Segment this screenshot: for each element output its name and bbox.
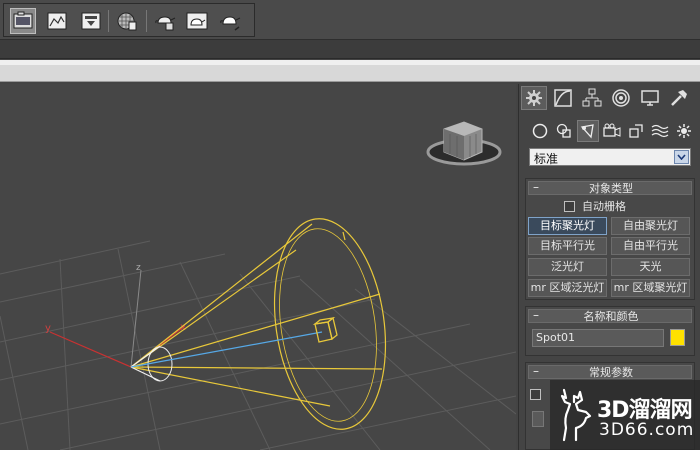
utilities-tab[interactable] xyxy=(666,86,692,110)
rollout-title: 常规参数 xyxy=(589,366,633,379)
modify-tab[interactable] xyxy=(550,86,576,110)
watermark-subtext: 3D66.com xyxy=(599,420,695,440)
object-color-swatch[interactable] xyxy=(670,329,685,346)
systems-icon xyxy=(677,124,691,138)
lights-icon xyxy=(580,124,594,139)
create-tab-icon xyxy=(526,90,542,106)
viewport-header-bar xyxy=(0,60,700,82)
omni-button[interactable]: 泛光灯 xyxy=(528,258,607,276)
z-axis-label: z xyxy=(136,263,141,273)
shapes-category[interactable] xyxy=(553,120,575,142)
cameras-category[interactable] xyxy=(601,120,623,142)
object-type-rollout-header[interactable]: – 对象类型 xyxy=(528,180,692,195)
render-setup-button[interactable] xyxy=(10,8,36,34)
render-toolbar-group xyxy=(3,3,255,37)
watermark: 3D溜溜网 3D66.com xyxy=(550,380,700,450)
teapot-quick-render-icon xyxy=(220,16,241,31)
teapot-render-iterative-icon xyxy=(155,16,176,31)
helpers-category[interactable] xyxy=(625,120,647,142)
perspective-viewport[interactable]: z y x xyxy=(0,84,516,450)
material-editor-button[interactable] xyxy=(114,8,140,34)
autogrid-label: 自动栅格 xyxy=(582,200,626,213)
viewport-scene: z y x xyxy=(0,121,516,450)
y-axis-label: y xyxy=(45,323,51,334)
target-direct-button[interactable]: 目标平行光 xyxy=(528,237,607,255)
lights-category[interactable] xyxy=(577,120,599,142)
motion-tab-icon xyxy=(612,89,630,107)
hierarchy-tab[interactable] xyxy=(579,86,605,110)
motion-tab[interactable] xyxy=(608,86,634,110)
free-direct-button[interactable]: 自由平行光 xyxy=(611,237,690,255)
geometry-category[interactable] xyxy=(529,120,551,142)
material-editor-icon xyxy=(117,12,137,31)
rendered-frame-icon xyxy=(47,12,67,30)
hierarchy-tab-icon xyxy=(582,88,602,107)
quick-render-button[interactable] xyxy=(218,8,244,34)
main-toolbar xyxy=(0,0,700,40)
shadows-control[interactable] xyxy=(532,411,544,427)
render-iterative-button[interactable] xyxy=(152,8,178,34)
spotlight-cone[interactable] xyxy=(130,212,398,437)
home-grid xyxy=(0,240,516,450)
render-frame-button[interactable] xyxy=(184,8,210,34)
chevron-down-icon[interactable] xyxy=(674,150,689,164)
object-category-dropdown[interactable]: 标准 xyxy=(529,148,691,166)
display-tab[interactable] xyxy=(637,86,663,110)
name-color-rollout: – 名称和颜色 Spot01 xyxy=(525,306,695,356)
modify-tab-icon xyxy=(554,89,572,107)
name-color-rollout-header[interactable]: – 名称和颜色 xyxy=(528,308,692,323)
autogrid-checkbox[interactable] xyxy=(564,201,575,212)
light-on-checkbox[interactable] xyxy=(530,389,541,400)
systems-category[interactable] xyxy=(673,120,695,142)
space-warps-category[interactable] xyxy=(649,120,671,142)
space-warps-icon xyxy=(651,124,669,138)
render-setup-icon xyxy=(13,11,33,29)
skylight-button[interactable]: 天光 xyxy=(611,258,690,276)
helpers-icon xyxy=(629,124,643,138)
rollout-title: 名称和颜色 xyxy=(583,310,639,323)
object-type-rollout: – 对象类型 自动栅格 目标聚光灯 自由聚光灯 目标平行光 自由平行光 泛光灯 … xyxy=(525,178,695,300)
y-axis-line xyxy=(49,331,132,368)
object-name-field[interactable]: Spot01 xyxy=(532,329,664,347)
viewcube[interactable] xyxy=(426,121,502,166)
display-tab-icon xyxy=(641,90,659,106)
mr-area-omni-button[interactable]: mr 区域泛光灯 xyxy=(528,279,607,297)
secondary-bar xyxy=(0,40,700,59)
teapot-render-icon xyxy=(186,12,208,30)
utilities-tab-icon xyxy=(671,90,687,106)
rendered-frame-window-button[interactable] xyxy=(44,8,70,34)
render-production-button[interactable] xyxy=(78,8,104,34)
mr-area-spot-button[interactable]: mr 区域聚光灯 xyxy=(611,279,690,297)
spotlight-target-box[interactable] xyxy=(312,316,338,343)
target-spot-button[interactable]: 目标聚光灯 xyxy=(528,217,607,235)
shapes-icon xyxy=(556,123,571,138)
render-production-icon xyxy=(81,12,101,30)
cameras-icon xyxy=(603,123,621,137)
create-tab[interactable] xyxy=(521,86,547,110)
deer-logo-icon xyxy=(560,388,592,442)
dropdown-value: 标准 xyxy=(534,152,559,166)
geometry-icon xyxy=(532,123,548,139)
general-params-rollout-header[interactable]: – 常规参数 xyxy=(528,364,692,379)
rollout-title: 对象类型 xyxy=(589,182,633,195)
free-spot-button[interactable]: 自由聚光灯 xyxy=(611,217,690,235)
